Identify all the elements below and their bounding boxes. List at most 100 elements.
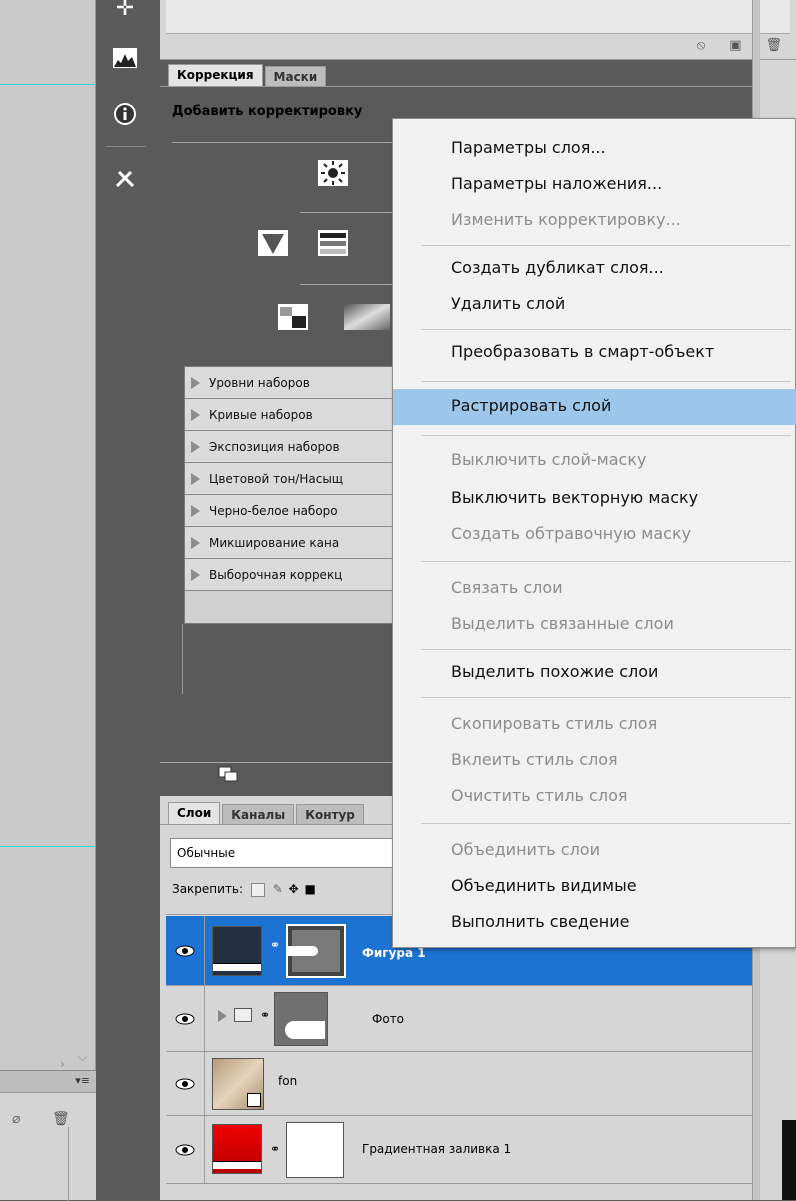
expand-triangle-icon[interactable]: [218, 1010, 227, 1022]
brightness-icon[interactable]: [318, 160, 348, 186]
expand-icon: [191, 568, 200, 581]
lock-row: Закрепить: ✎ ✥ ■: [172, 882, 316, 897]
layer-thumbnail: [212, 1058, 264, 1110]
layer-row-foto[interactable]: ⚭ Фото: [166, 986, 752, 1052]
link-icon[interactable]: ⌀: [12, 1111, 20, 1127]
selective-color-icon[interactable]: [278, 304, 308, 330]
menu-item-edit-adjustment[interactable]: Изменить корректировку...: [393, 203, 796, 239]
gradient-icon[interactable]: [344, 304, 390, 330]
menu-item-duplicate-layer[interactable]: Создать дубликат слоя...: [393, 251, 796, 287]
top-panel: ⦸ ▣ 🗑: [160, 0, 796, 60]
layers-tabs: Слои Каналы Контур: [168, 802, 366, 824]
menu-item-rasterize-layer[interactable]: Растрировать слой: [393, 389, 796, 425]
visibility-eye-icon[interactable]: [170, 1069, 200, 1099]
list-item[interactable]: Выборочная коррекц: [185, 559, 393, 591]
adjustment-presets-list: Уровни наборов Кривые наборов Экспозиция…: [184, 366, 394, 624]
menu-item-merge-layers[interactable]: Объединить слои: [393, 833, 796, 869]
channel-mixer-icon[interactable]: [318, 230, 348, 256]
folder-icon: [234, 1008, 252, 1022]
tab-paths[interactable]: Контур: [296, 804, 364, 824]
fill-layer-icon: [213, 1161, 261, 1169]
vector-mask-thumbnail[interactable]: [286, 924, 346, 978]
left-panel: › ▾≡ ⌀ 🗑: [0, 1057, 96, 1201]
brush-icon[interactable]: ✛: [110, 0, 140, 22]
expand-icon: [191, 376, 200, 389]
layer-name: Фото: [372, 1012, 405, 1026]
menu-item-flatten-image[interactable]: Выполнить сведение: [393, 905, 796, 941]
menu-item-convert-smart-object[interactable]: Преобразовать в смарт-объект: [393, 335, 796, 371]
menu-item-select-similar-layers[interactable]: Выделить похожие слои: [393, 655, 796, 691]
list-item[interactable]: Экспозиция наборов: [185, 431, 393, 463]
list-item[interactable]: Черно-белое наборо: [185, 495, 393, 527]
gradient-map-icon[interactable]: [258, 230, 288, 256]
expand-icon: [191, 504, 200, 517]
trash-icon[interactable]: 🗑: [765, 38, 782, 53]
tab-masks[interactable]: Маски: [264, 66, 327, 86]
lock-position-icon[interactable]: ✥: [289, 882, 299, 896]
layer-row-gradient[interactable]: ⚭ Градиентная заливка 1: [166, 1116, 752, 1184]
chain-link-icon[interactable]: ⚭: [270, 938, 280, 956]
expand-icon: [191, 440, 200, 453]
info-icon[interactable]: [110, 100, 140, 128]
layer-row-fon[interactable]: fon: [166, 1052, 752, 1116]
list-item[interactable]: Микширование кана: [185, 527, 393, 559]
correction-tabs: Коррекция Маски: [168, 64, 328, 86]
tools-icon[interactable]: [110, 164, 140, 192]
menu-item-delete-layer[interactable]: Удалить слой: [393, 287, 796, 323]
add-adjustment-heading: Добавить корректировку: [172, 104, 363, 119]
menu-item-blending-options[interactable]: Параметры наложения...: [393, 167, 796, 203]
trash-icon[interactable]: 🗑: [52, 1111, 70, 1127]
lock-transparency-icon[interactable]: [250, 882, 265, 897]
smart-object-icon: [247, 1093, 261, 1107]
menu-item-disable-layer-mask[interactable]: Выключить слой-маску: [393, 443, 796, 479]
expand-icon: [191, 536, 200, 549]
list-item[interactable]: Уровни наборов: [185, 367, 393, 399]
menu-item-link-layers[interactable]: Связать слои: [393, 571, 796, 607]
document-canvas[interactable]: ⌵: [0, 0, 96, 1070]
tab-channels[interactable]: Каналы: [222, 804, 295, 824]
layer-name: Фигура 1: [362, 946, 426, 960]
menu-item-create-clipping-mask[interactable]: Создать обтравочную маску: [393, 517, 796, 553]
layer-name: Градиентная заливка 1: [362, 1142, 512, 1156]
histogram-icon[interactable]: [110, 44, 140, 72]
layer-thumbnail: [212, 926, 262, 976]
menu-item-paste-layer-style[interactable]: Вклеить стиль слоя: [393, 743, 796, 779]
layer-name: fon: [278, 1074, 298, 1088]
visibility-eye-icon[interactable]: [170, 936, 200, 966]
lock-pixels-icon[interactable]: ✎: [273, 882, 283, 896]
lock-label: Закрепить:: [172, 882, 244, 896]
menu-item-layer-properties[interactable]: Параметры слоя...: [393, 131, 796, 167]
menu-item-merge-visible[interactable]: Объединить видимые: [393, 869, 796, 905]
fill-layer-icon: [213, 963, 261, 971]
tab-correction[interactable]: Коррекция: [168, 64, 263, 86]
guide-line: [0, 84, 96, 85]
menu-item-clear-layer-style[interactable]: Очистить стиль слоя: [393, 779, 796, 815]
visibility-eye-icon[interactable]: [170, 1004, 200, 1034]
menu-item-select-linked-layers[interactable]: Выделить связанные слои: [393, 607, 796, 643]
dark-edge: [782, 1120, 796, 1200]
panel-dock: ✛: [96, 0, 160, 1200]
expand-icon: [191, 408, 200, 421]
list-item[interactable]: Цветовой тон/Насыщ: [185, 463, 393, 495]
expand-icon: [191, 472, 200, 485]
chain-link-icon[interactable]: ⚭: [260, 1008, 270, 1022]
lock-all-icon[interactable]: ■: [304, 882, 315, 896]
layer-thumbnail: [212, 1124, 262, 1174]
chevron-right-icon[interactable]: ›: [60, 1057, 65, 1071]
panel-menu-icon[interactable]: ▾≡: [75, 1074, 90, 1087]
clip-to-layer-icon[interactable]: [218, 766, 238, 782]
menu-item-disable-vector-mask[interactable]: Выключить векторную маску: [393, 481, 796, 517]
blend-mode-select[interactable]: Обычные: [170, 838, 400, 868]
list-item[interactable]: Кривые наборов: [185, 399, 393, 431]
context-menu: Параметры слоя... Параметры наложения...…: [392, 118, 796, 948]
tab-layers[interactable]: Слои: [168, 802, 221, 824]
menu-item-copy-layer-style[interactable]: Скопировать стиль слоя: [393, 707, 796, 743]
new-icon[interactable]: ▣: [729, 38, 741, 53]
vector-mask-thumbnail[interactable]: [274, 992, 328, 1046]
layer-mask-thumbnail[interactable]: [286, 1122, 344, 1178]
guide-line: [0, 846, 96, 847]
visibility-eye-icon[interactable]: [170, 1135, 200, 1165]
no-icon[interactable]: ⦸: [697, 38, 705, 53]
chain-link-icon[interactable]: ⚭: [270, 1142, 280, 1156]
chevron-down-icon[interactable]: ⌵: [78, 1050, 87, 1065]
